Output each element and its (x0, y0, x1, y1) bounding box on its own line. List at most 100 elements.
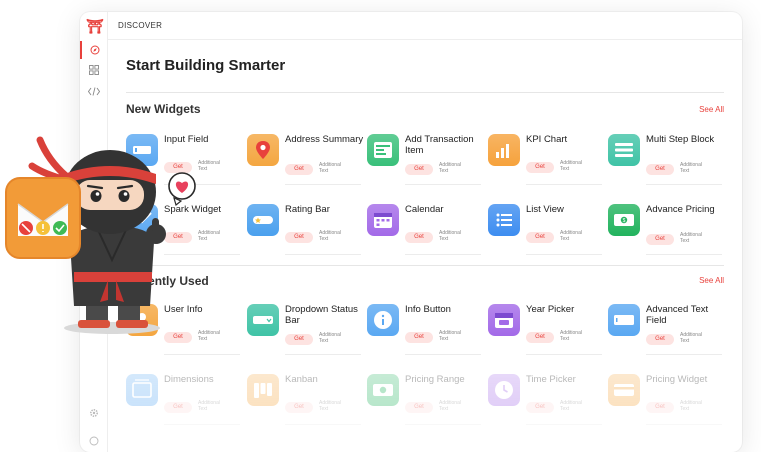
get-button[interactable]: Get (646, 402, 674, 413)
widget-title: Advanced Text Field (646, 304, 709, 326)
get-button[interactable]: Get (405, 402, 433, 413)
additional-text: Additional Text (439, 162, 461, 174)
get-button[interactable]: Get (526, 402, 554, 413)
widget-card[interactable]: KPI Chart Get Additional Text (488, 134, 602, 186)
card-divider (405, 424, 481, 425)
card-divider (405, 254, 481, 255)
breadcrumb: DISCOVER (118, 21, 163, 30)
get-button[interactable]: Get (405, 332, 433, 343)
get-button[interactable]: Get (405, 232, 433, 243)
widget-card[interactable]: Time Picker Get Additional Text (488, 374, 602, 426)
additional-text: Additional Text (560, 230, 582, 242)
widget-card[interactable]: Pricing Widget Get Additional Text (608, 374, 722, 426)
card-divider (646, 424, 722, 425)
svg-text:$: $ (623, 218, 626, 224)
widget-title: KPI Chart (526, 134, 568, 145)
pricing-range-icon (367, 374, 399, 406)
text-field-icon (608, 304, 640, 336)
widget-title: Year Picker (526, 304, 575, 315)
card-divider (285, 254, 361, 255)
additional-text: Additional Text (439, 400, 461, 412)
additional-text: Additional Text (319, 230, 341, 242)
get-button[interactable]: Get (526, 332, 554, 343)
code-icon[interactable] (80, 82, 108, 100)
widget-card[interactable]: Info Button Get Additional Text (367, 304, 481, 356)
widget-card[interactable]: Dimensions Get Additional Text (126, 374, 240, 426)
additional-text: Additional Text (198, 400, 220, 412)
widget-title: Kanban (285, 374, 318, 385)
widget-card[interactable]: Calendar Get Additional Text (367, 204, 481, 256)
widget-title: Add Transaction Item (405, 134, 474, 156)
top-bar: DISCOVER (108, 12, 742, 40)
widget-title: Advance Pricing (646, 204, 715, 215)
section-title-new-widgets: New Widgets (126, 102, 201, 116)
see-all-recently-used-link[interactable]: See All (699, 276, 724, 285)
widget-card[interactable]: $ Advance Pricing Get Additional Text (608, 204, 722, 256)
card-divider (164, 424, 240, 425)
additional-text: Additional Text (319, 332, 341, 344)
card-divider (526, 254, 602, 255)
page-title: Start Building Smarter (126, 57, 286, 74)
get-button[interactable]: Get (285, 402, 313, 413)
multi-step-icon (608, 134, 640, 166)
additional-text: Additional Text (680, 332, 702, 344)
section-divider (126, 265, 724, 266)
settings-icon[interactable] (80, 404, 108, 422)
year-picker-icon (488, 304, 520, 336)
widget-title: Address Summary (285, 134, 364, 145)
get-button[interactable]: Get (285, 232, 313, 243)
get-button[interactable]: Get (646, 334, 674, 345)
title-divider (126, 92, 724, 93)
widget-card[interactable]: List View Get Additional Text (488, 204, 602, 256)
get-button[interactable]: Get (285, 164, 313, 175)
additional-text: Additional Text (680, 162, 702, 174)
widget-title: Calendar (405, 204, 444, 215)
card-divider (405, 184, 481, 185)
transaction-icon (367, 134, 399, 166)
additional-text: Additional Text (560, 400, 582, 412)
help-icon[interactable] (80, 432, 108, 450)
additional-text: Additional Text (680, 400, 702, 412)
info-icon (367, 304, 399, 336)
widget-card[interactable]: Year Picker Get Additional Text (488, 304, 602, 356)
widget-card[interactable]: Dropdown Status Bar Get Additional Text (247, 304, 361, 356)
card-divider (646, 354, 722, 355)
widget-card[interactable]: Pricing Range Get Additional Text (367, 374, 481, 426)
widget-card[interactable]: Multi Step Block Get Additional Text (608, 134, 722, 186)
pricing-icon: $ (608, 204, 640, 236)
additional-text: Additional Text (319, 400, 341, 412)
kpi-chart-icon (488, 134, 520, 166)
grid-icon[interactable] (80, 61, 108, 79)
get-button[interactable]: Get (646, 164, 674, 175)
additional-text: Additional Text (439, 230, 461, 242)
get-button[interactable]: Get (526, 232, 554, 243)
get-button[interactable]: Get (526, 162, 554, 173)
additional-text: Additional Text (560, 160, 582, 172)
widget-title: Rating Bar (285, 204, 330, 215)
card-divider (526, 354, 602, 355)
card-divider (646, 184, 722, 185)
clock-icon (488, 374, 520, 406)
widget-card[interactable]: Add Transaction Item Get Additional Text (367, 134, 481, 186)
widget-card[interactable]: Advanced Text Field Get Additional Text (608, 304, 722, 356)
see-all-new-widgets-link[interactable]: See All (699, 105, 724, 114)
get-button[interactable]: Get (285, 334, 313, 345)
get-button[interactable]: Get (164, 402, 192, 413)
widget-card[interactable]: Rating Bar Get Additional Text (247, 204, 361, 256)
list-icon (488, 204, 520, 236)
get-button[interactable]: Get (405, 164, 433, 175)
widget-card[interactable]: Address Summary Get Additional Text (247, 134, 363, 186)
compass-icon[interactable] (80, 41, 108, 59)
additional-text: Additional Text (560, 330, 582, 342)
card-divider (285, 354, 361, 355)
get-button[interactable]: Get (646, 234, 674, 245)
kanban-icon (247, 374, 279, 406)
widget-card[interactable]: Kanban Get Additional Text (247, 374, 361, 426)
widget-title: Dimensions (164, 374, 214, 385)
card-divider (164, 354, 240, 355)
additional-text: Additional Text (439, 330, 461, 342)
torii-logo-icon[interactable]: ⛩ (86, 19, 104, 33)
card-divider (526, 184, 602, 185)
card-divider (646, 254, 722, 255)
map-pin-icon (247, 134, 279, 166)
